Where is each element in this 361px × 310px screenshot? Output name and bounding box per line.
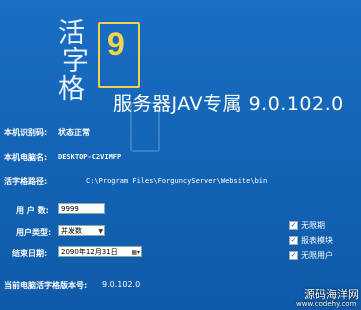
calendar-dropdown-icon: ▦▾ [131, 249, 140, 256]
logo-char-3: 格 [58, 74, 85, 105]
machine-id-value: 状态正常 [58, 128, 90, 137]
current-version-label: 当前电脑活字格版本号: [4, 281, 88, 290]
check-icon[interactable]: ✓ [289, 236, 298, 245]
end-date-label: 结束日期: [12, 249, 48, 258]
chevron-down-icon: ▼ [98, 228, 103, 235]
install-path-value: C:\Program Files\ForguncyServer\Website\… [86, 177, 268, 185]
end-date-value: 2090年12月31日 [61, 248, 118, 256]
user-type-label: 用户类型: [16, 228, 52, 237]
option-label: 无限期 [301, 221, 325, 230]
option-label: 报表模块 [301, 236, 333, 245]
logo-char-1: 活 [58, 18, 85, 49]
user-type-value: 并发数 [61, 227, 82, 235]
logo-version-digit: 9 [107, 26, 125, 62]
users-label: 用 户 数: [16, 206, 49, 215]
user-type-select[interactable]: 并发数 ▼ [58, 225, 105, 236]
logo-chars: 活 字 格 [58, 20, 89, 104]
watermark-url: www.codehy.com [296, 300, 357, 308]
computer-name-value: DESKTOP-C2VIMFP [58, 153, 122, 161]
current-version-value: 9.0.102.0 [102, 280, 141, 289]
logo-char-2: 字 [62, 46, 89, 77]
end-date-picker[interactable]: 2090年12月31日 ▦▾ [58, 246, 142, 257]
option-label: 无限用户 [301, 251, 333, 260]
install-path-label: 活字格路径: [4, 177, 48, 186]
license-window: { "logo": {"chars": ["活", "字", "格"], "ve… [0, 0, 361, 310]
background-nine-shape [130, 102, 160, 152]
computer-name-label: 本机电脑名: [4, 153, 48, 162]
check-icon[interactable]: ✓ [289, 221, 298, 230]
users-input[interactable]: 9999 [58, 203, 105, 214]
machine-id-label: 本机识别码: [4, 128, 48, 137]
check-icon[interactable]: ✓ [289, 251, 298, 260]
